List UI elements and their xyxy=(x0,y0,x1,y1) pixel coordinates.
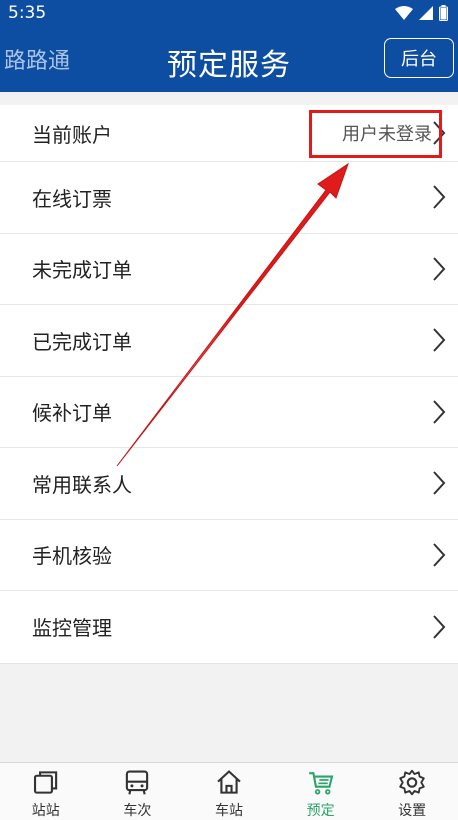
menu-item-monitor-management[interactable]: 监控管理 xyxy=(0,591,458,663)
service-menu: 当前账户 用户未登录 在线订票 未完成订单 已完成订单 候补订单 常用联系人 手… xyxy=(0,105,458,664)
menu-item-label: 未完成订单 xyxy=(32,258,132,283)
annotation-highlight-box xyxy=(309,110,442,158)
station-to-station-icon xyxy=(33,771,57,794)
chevron-right-icon xyxy=(433,400,446,424)
tab-label: 车次 xyxy=(123,803,152,819)
menu-item-label: 监控管理 xyxy=(32,616,112,641)
menu-item-label: 已完成订单 xyxy=(32,329,132,354)
tab-station-to-station[interactable]: 站站 xyxy=(0,763,92,820)
battery-icon xyxy=(439,5,448,21)
status-icons xyxy=(395,5,448,21)
menu-item-label: 当前账户 xyxy=(32,122,112,147)
top-spacer xyxy=(0,92,458,105)
tab-label: 预定 xyxy=(306,803,335,819)
chevron-right-icon xyxy=(433,543,446,567)
menu-item-waitlist-orders[interactable]: 候补订单 xyxy=(0,377,458,448)
menu-item-label: 手机核验 xyxy=(32,544,112,569)
tab-label: 站站 xyxy=(31,803,60,819)
bus-icon xyxy=(126,770,149,795)
tab-train-number[interactable]: 车次 xyxy=(92,763,184,820)
chevron-right-icon xyxy=(433,257,446,281)
menu-item-completed-orders[interactable]: 已完成订单 xyxy=(0,305,458,377)
tab-label: 设置 xyxy=(398,803,427,819)
menu-item-phone-verification[interactable]: 手机核验 xyxy=(0,520,458,591)
chevron-right-icon xyxy=(433,471,446,495)
menu-item-online-booking[interactable]: 在线订票 xyxy=(0,162,458,234)
tab-booking[interactable]: 预定 xyxy=(275,763,367,820)
status-bar: 5:35 xyxy=(0,0,458,26)
chevron-right-icon xyxy=(433,328,446,352)
home-icon xyxy=(217,770,241,794)
wifi-icon xyxy=(395,6,413,20)
menu-item-label: 在线订票 xyxy=(32,186,112,211)
app-header: 路路通 预定服务 后台 xyxy=(0,26,458,92)
chevron-right-icon xyxy=(433,185,446,209)
menu-item-label: 候补订单 xyxy=(32,401,112,426)
menu-item-unfinished-orders[interactable]: 未完成订单 xyxy=(0,234,458,305)
bottom-tab-bar: 站站 车次 车站 预定 设置 xyxy=(0,762,458,820)
gear-icon xyxy=(399,769,425,796)
cart-icon xyxy=(308,772,333,795)
menu-item-label: 常用联系人 xyxy=(32,472,132,497)
tab-settings[interactable]: 设置 xyxy=(366,763,458,820)
signal-icon xyxy=(419,6,433,20)
status-time: 5:35 xyxy=(8,3,47,23)
tab-label: 车站 xyxy=(214,803,243,819)
tab-station[interactable]: 车站 xyxy=(183,763,275,820)
chevron-right-icon xyxy=(433,615,446,639)
menu-item-frequent-contacts[interactable]: 常用联系人 xyxy=(0,448,458,520)
backend-button[interactable]: 后台 xyxy=(384,38,454,78)
